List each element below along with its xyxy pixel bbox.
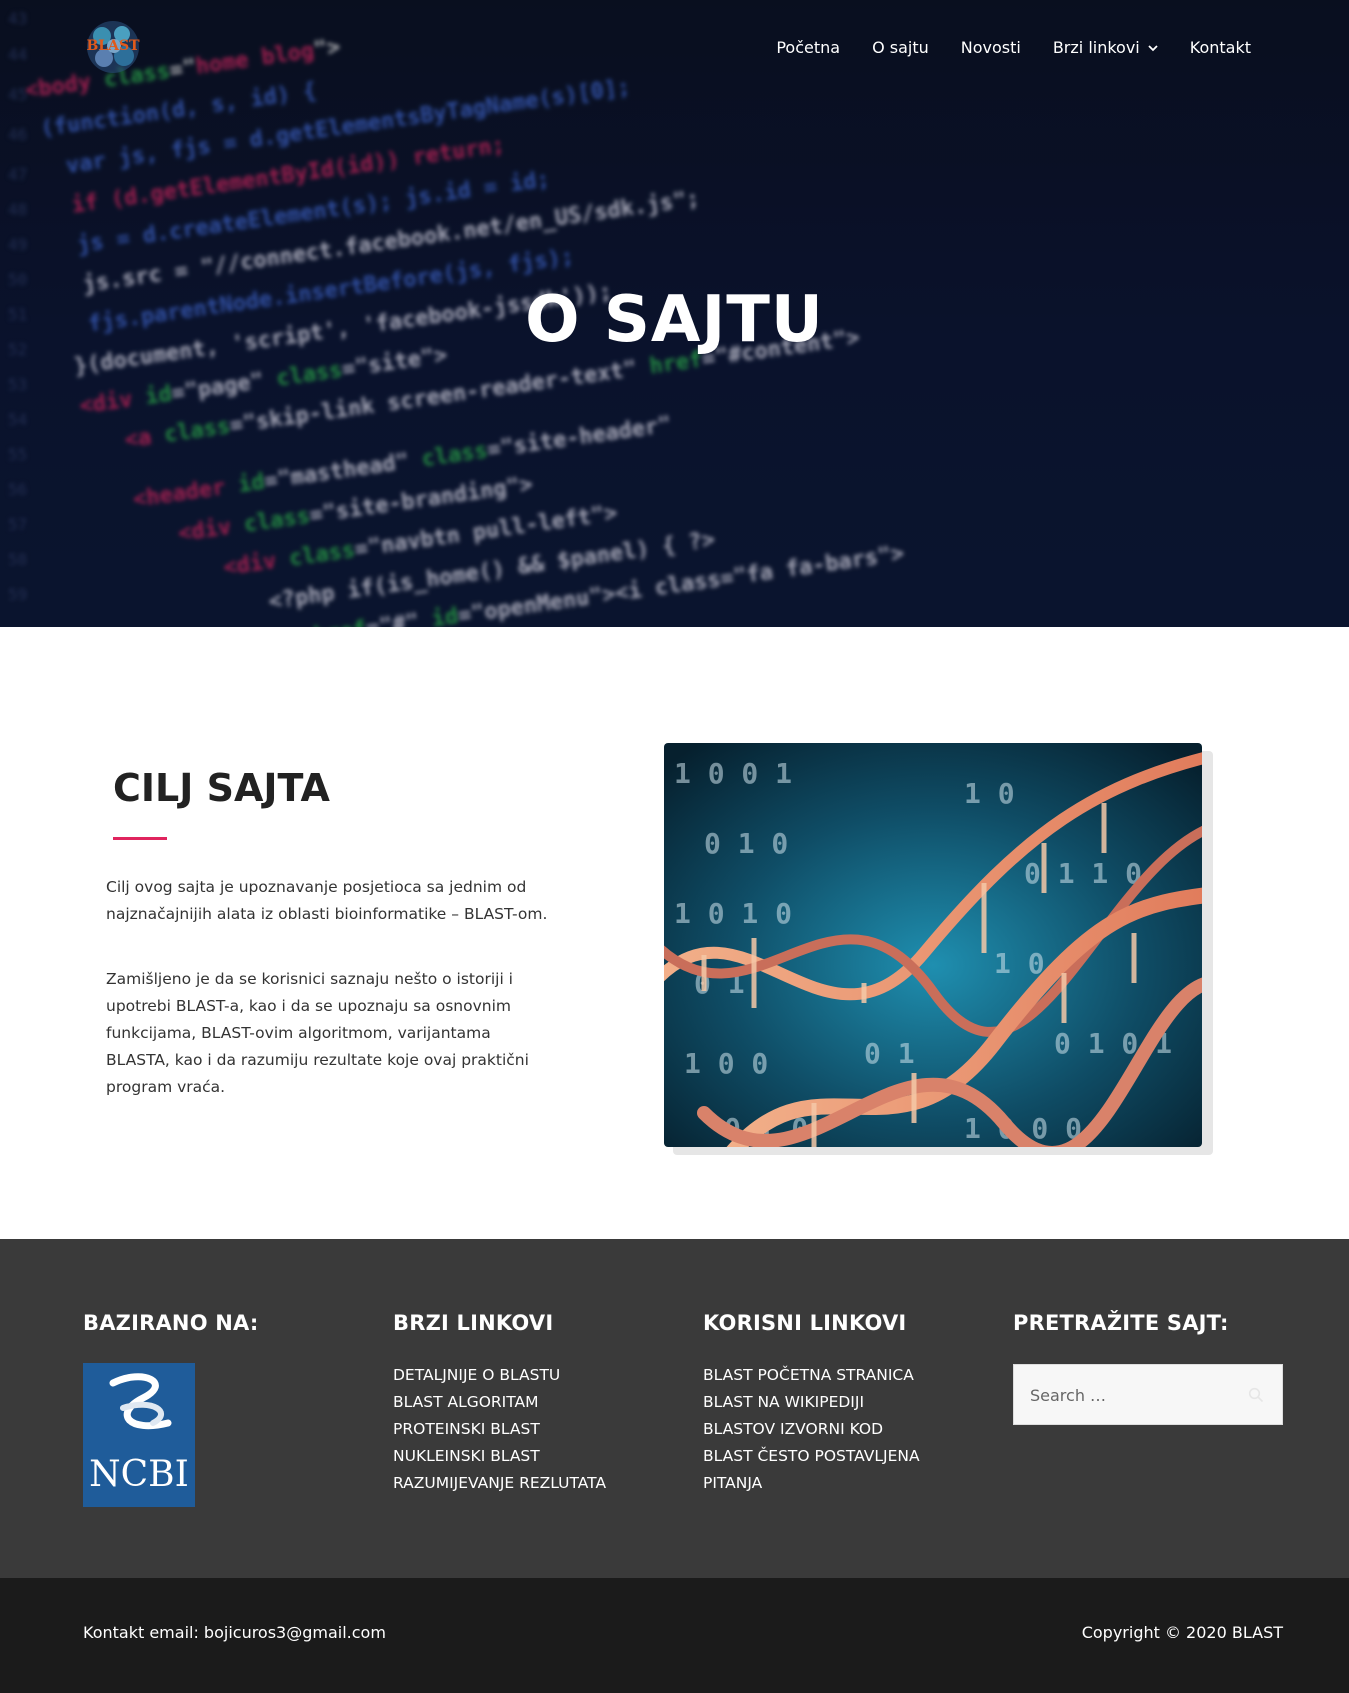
widget-useful-links: KORISNI LINKOVI BLAST POČETNA STRANICA B…: [703, 1311, 920, 1497]
widget-search: PRETRAŽITE SAJT:: [1013, 1311, 1229, 1335]
useful-links-list: BLAST POČETNA STRANICA BLAST NA WIKIPEDI…: [703, 1362, 920, 1497]
description-paragraph: Zamišljeno je da se korisnici saznaju ne…: [106, 970, 529, 1096]
copyright: Copyright © 2020 BLAST: [1081, 1623, 1283, 1642]
footer-link[interactable]: NUKLEINSKI BLAST: [393, 1443, 606, 1470]
accent-divider: [113, 837, 167, 840]
nav-item-kontakt[interactable]: Kontakt: [1174, 36, 1267, 60]
widget-title: PRETRAŽITE SAJT:: [1013, 1311, 1229, 1335]
footer-link[interactable]: PROTEINSKI BLAST: [393, 1416, 606, 1443]
ncbi-logo[interactable]: NCBI: [83, 1363, 195, 1507]
svg-text:1 0: 1 0: [964, 777, 1015, 810]
footer-widgets: BAZIRANO NA: NCBI BRZI LINKOVI DETALJNIJ…: [0, 1239, 1349, 1578]
logo-text: BLAST: [86, 38, 140, 54]
svg-text:1 0 0: 1 0 0: [684, 1047, 768, 1080]
ncbi-helix-icon: [109, 1373, 172, 1430]
intro-paragraph: Cilj ovog sajta je upoznavanje posjetioc…: [106, 878, 548, 923]
nav-label: Novosti: [960, 38, 1021, 57]
widget-title: BAZIRANO NA:: [83, 1311, 259, 1335]
nav-item-novosti[interactable]: Novosti: [945, 36, 1037, 60]
dna-image: 1 0 0 10 1 01 0 1 0 0 11 0 00 1 0 1 00 1…: [664, 743, 1202, 1147]
widget-title: KORISNI LINKOVI: [703, 1311, 907, 1335]
svg-text:0 1: 0 1: [864, 1037, 915, 1070]
chevron-down-icon[interactable]: [1148, 43, 1158, 53]
footer-link[interactable]: DETALJNIJE O BLASTU: [393, 1362, 606, 1389]
footer-link[interactable]: BLAST ALGORITAM: [393, 1389, 606, 1416]
search-form: [1013, 1364, 1283, 1425]
svg-text:1 0 1 0: 1 0 1 0: [674, 897, 792, 930]
footer-link[interactable]: BLASTOV IZVORNI KOD: [703, 1416, 920, 1443]
svg-text:1 0 0 1: 1 0 0 1: [674, 757, 792, 790]
footer-link[interactable]: PITANJA: [703, 1470, 920, 1497]
hero-banner: <body class="home blog"> (function(d, s,…: [0, 0, 1349, 627]
footer-link[interactable]: BLAST ČESTO POSTAVLJENA: [703, 1443, 920, 1470]
nav-label: Početna: [776, 38, 841, 57]
nav-label: O sajtu: [872, 38, 929, 57]
footer-link[interactable]: BLAST NA WIKIPEDIJI: [703, 1389, 920, 1416]
widget-quick-links: BRZI LINKOVI DETALJNIJE O BLASTU BLAST A…: [393, 1311, 606, 1497]
nav-label: Kontakt: [1189, 38, 1251, 57]
nav-label: Brzi linkovi: [1052, 38, 1140, 57]
widget-title: BRZI LINKOVI: [393, 1311, 554, 1335]
page-title: O SAJTU: [525, 283, 824, 357]
svg-text:0 1 0: 0 1 0: [704, 827, 788, 860]
search-icon[interactable]: [1248, 1387, 1264, 1403]
contact-email: Kontakt email: bojicuros3@gmail.com: [83, 1623, 386, 1642]
nav-item-brzi-linkovi[interactable]: Brzi linkovi: [1037, 36, 1174, 60]
svg-text:1 0: 1 0: [994, 947, 1045, 980]
search-input[interactable]: [1030, 1383, 1250, 1407]
main-navigation: Početna O sajtu Novosti Brzi linkovi Kon…: [760, 36, 1267, 60]
widget-based-on: BAZIRANO NA:: [83, 1311, 258, 1335]
ncbi-logo-text: NCBI: [89, 1454, 189, 1495]
quick-links-list: DETALJNIJE O BLASTU BLAST ALGORITAM PROT…: [393, 1362, 606, 1497]
footer-link[interactable]: RAZUMIJEVANJE REZLUTATA: [393, 1470, 606, 1497]
section-title: CILJ SAJTA: [113, 766, 330, 810]
footer-bar: Kontakt email: bojicuros3@gmail.com Copy…: [0, 1578, 1349, 1693]
footer-link[interactable]: BLAST POČETNA STRANICA: [703, 1362, 920, 1389]
nav-item-pocetna[interactable]: Početna: [760, 36, 856, 60]
nav-item-o-sajtu[interactable]: O sajtu: [856, 36, 945, 60]
site-logo[interactable]: BLAST: [84, 18, 142, 76]
